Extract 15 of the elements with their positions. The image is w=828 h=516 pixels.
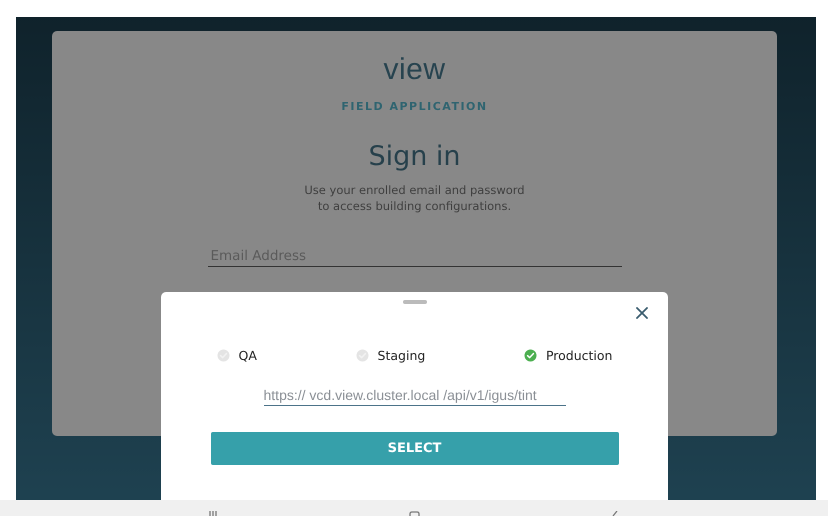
recent-apps-icon[interactable] [208, 511, 218, 516]
radio-icon[interactable] [216, 349, 230, 362]
check-circle-icon[interactable] [524, 349, 537, 362]
page-title: Sign in [368, 141, 461, 172]
home-icon[interactable] [409, 511, 420, 516]
logo: view [383, 53, 446, 87]
app-subtitle: FIELD APPLICATION [341, 100, 488, 113]
environment-option[interactable]: Production [546, 348, 612, 363]
environment-option[interactable]: Staging [378, 348, 426, 363]
drag-handle[interactable] [402, 300, 426, 304]
close-icon[interactable] [636, 307, 648, 319]
environment-option[interactable]: QA [238, 348, 257, 363]
back-icon[interactable] [611, 511, 618, 516]
radio-icon[interactable] [356, 349, 369, 362]
description: Use your enrolled email and password to access building configurations. [304, 182, 525, 214]
